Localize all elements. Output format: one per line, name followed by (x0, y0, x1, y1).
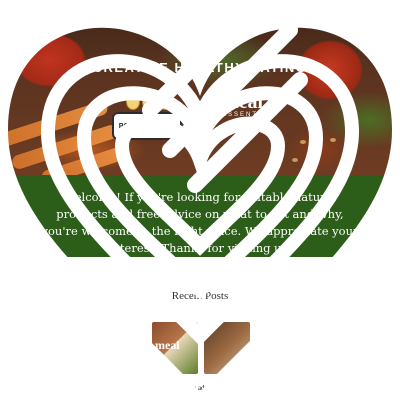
grain-graphic (312, 146, 318, 150)
website-page: HOME ABOUT STORE BLOG CONTA CREATIVE HEA… (0, 0, 400, 400)
hero-headline: CREATIVE HEALTHY EATING (92, 60, 308, 75)
hero-banner: HOME ABOUT STORE BLOG CONTA CREATIVE HEA… (0, 0, 400, 175)
grain-graphic (330, 138, 336, 142)
grain-graphic (300, 140, 306, 144)
nav-store[interactable]: STORE (276, 10, 312, 24)
mascot-face-icon (142, 94, 156, 110)
popcorn-nuts-logo[interactable]: POPCORN NUTS (112, 112, 182, 140)
thumbnail-label: meal (155, 338, 180, 352)
mascot-face-icon (126, 94, 140, 110)
welcome-section: Welcome! If you're looking for suitable … (0, 175, 400, 257)
nav-contact[interactable]: CONTA (344, 10, 380, 24)
mascot-face-icon (158, 94, 172, 110)
nav-home[interactable]: HOME (205, 10, 241, 24)
nav-about[interactable]: ABOUT (240, 10, 276, 24)
grain-graphic (345, 150, 351, 154)
popcorn-logo-text: POPCORN NUTS (118, 122, 176, 130)
meal-essential-logo[interactable]: meal ESSENTIAL (222, 92, 292, 134)
welcome-text: Welcome! If you're looking for suitable … (41, 190, 359, 255)
nav-blog[interactable]: BLOG (312, 10, 344, 24)
popcorn-mascots (126, 94, 172, 110)
post-thumbnail[interactable] (256, 322, 302, 374)
post-caption[interactable]: Free advice (0, 384, 400, 392)
grain-graphic (292, 158, 298, 162)
main-nav: HOME ABOUT STORE BLOG CONTA (205, 10, 380, 24)
meal-logo-big: meal (222, 91, 264, 113)
recent-posts-title: Recent Posts (171, 290, 229, 302)
post-thumbnail[interactable] (204, 322, 250, 374)
meal-logo-small: ESSENTIAL (222, 112, 274, 118)
